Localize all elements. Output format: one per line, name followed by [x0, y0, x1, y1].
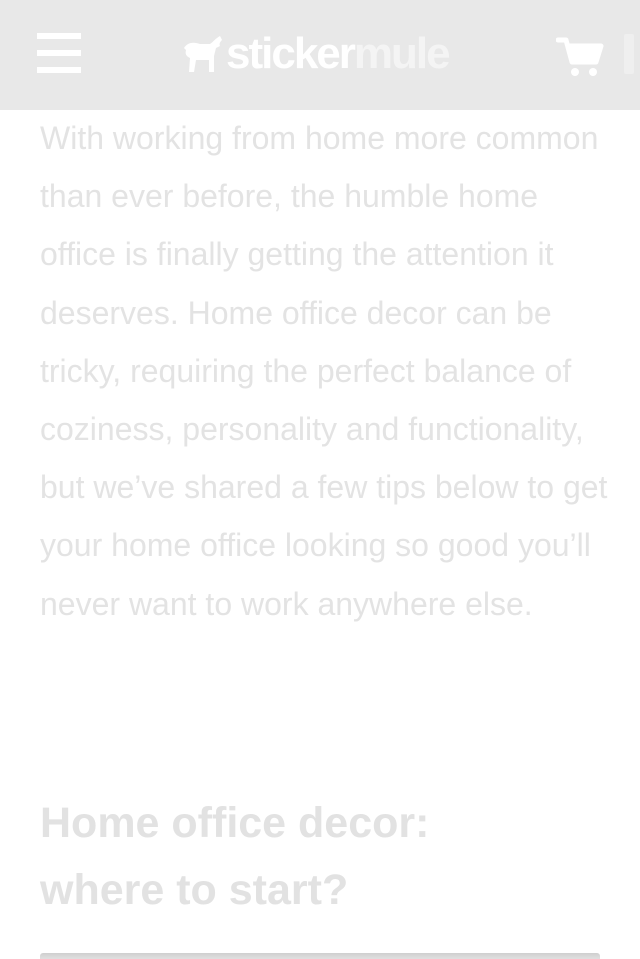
logo-mule-text: mule: [353, 29, 451, 78]
article-body: With working from home more common than …: [40, 110, 610, 914]
menu-bar: [37, 33, 81, 39]
hamburger-menu-icon[interactable]: [37, 33, 81, 73]
article-intro-paragraph: With working from home more common than …: [40, 120, 608, 622]
logo-wordmark: stickermule: [226, 29, 451, 78]
menu-bar: [37, 67, 81, 73]
sticker-mule-logo[interactable]: stickermule: [180, 29, 451, 78]
menu-bar: [37, 50, 81, 56]
section-heading: Home office decor: where to start?: [40, 799, 430, 914]
logo-sticker-text: sticker: [226, 29, 356, 78]
horse-logo-icon: [184, 36, 222, 72]
shopping-cart-icon[interactable]: [555, 36, 604, 78]
article-image: [40, 953, 600, 959]
site-header: stickermule: [0, 0, 640, 110]
account-icon[interactable]: [624, 34, 634, 74]
